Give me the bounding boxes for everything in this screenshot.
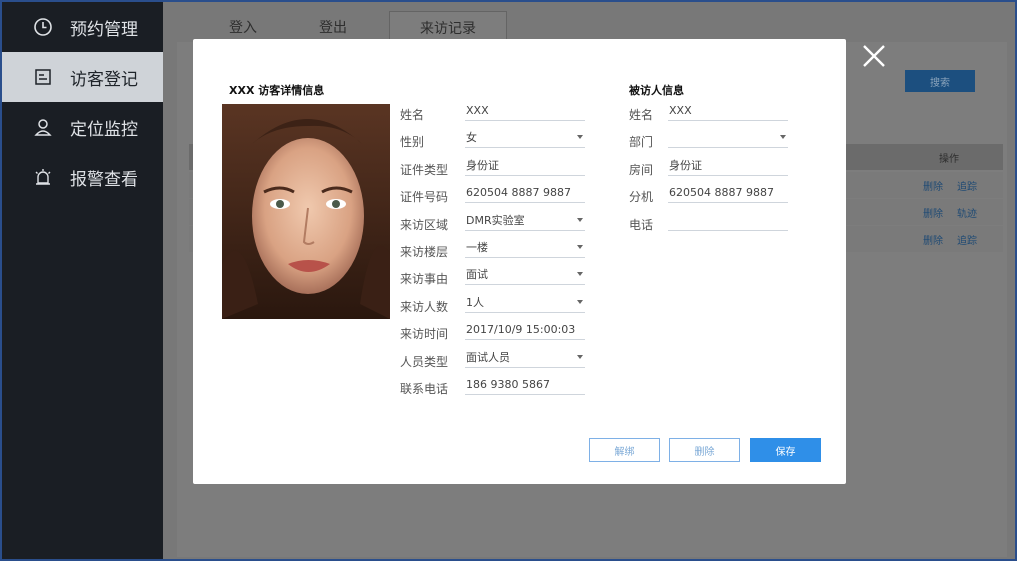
host-value: 身份证 [669,158,702,172]
close-icon[interactable] [860,42,888,70]
host-input[interactable] [668,213,788,231]
tab-logout[interactable]: 登出 [319,17,347,37]
visitor-select[interactable]: DMR实验室 [465,213,585,231]
host-value: XXX [669,104,692,117]
sidebar: 预约管理 访客登记 定位监控 报警查看 [2,2,163,559]
visitor-label: 性别 [400,135,425,150]
host-input[interactable]: XXX [668,103,788,121]
row-track-link[interactable]: 追踪 [957,178,977,193]
host-label: 分机 [629,190,654,205]
host-label: 房间 [629,162,654,177]
visitor-value: XXX [466,104,489,117]
visitor-input[interactable]: 2017/10/9 15:00:03 [465,322,585,341]
sidebar-item-label: 报警查看 [70,169,138,190]
alarm-light-icon [32,166,54,188]
row-track-link[interactable]: 追踪 [957,232,977,247]
host-input[interactable]: 620504 8887 9887 [668,185,788,204]
visitor-section-title: XXX 访客详情信息 [229,84,325,97]
chevron-down-icon [577,217,583,222]
host-label: 姓名 [629,108,654,122]
chevron-down-icon [577,245,583,249]
chevron-down-icon [780,135,786,140]
visitor-value: DMR实验室 [466,213,525,227]
tab-login[interactable]: 登入 [229,17,257,37]
sidebar-item-appointments[interactable]: 预约管理 [2,2,163,52]
host-select[interactable] [668,130,788,149]
visitor-select[interactable]: 面试人员 [465,350,585,368]
chevron-down-icon [577,135,583,140]
visitor-select[interactable]: 一楼 [465,240,585,258]
visitor-value: 1人 [466,295,484,309]
visitor-value: 186 9380 5867 [466,378,550,391]
unbind-button[interactable]: 解绑 [589,438,660,462]
host-section-title: 被访人信息 [629,84,684,97]
sidebar-item-visitor-register[interactable]: 访客登记 [2,52,163,102]
tab-bar: 登入 登出 来访记录 [163,2,1015,43]
save-button[interactable]: 保存 [750,438,821,462]
visitor-label: 来访楼层 [400,245,449,259]
visitor-label: 来访事由 [400,272,449,287]
chevron-down-icon [577,299,583,304]
delete-button[interactable]: 删除 [669,438,740,462]
row-delete-link[interactable]: 删除 [923,205,943,220]
visitor-input[interactable]: XXX [465,103,585,121]
visitor-label: 姓名 [400,108,425,122]
visitor-label: 证件号码 [400,190,449,205]
visitor-input[interactable]: 身份证 [465,158,585,176]
visitor-value: 面试人员 [466,350,510,364]
chevron-down-icon [577,272,583,277]
visitor-label: 来访人数 [400,299,449,314]
sidebar-item-label: 访客登记 [70,69,138,90]
row-delete-link[interactable]: 删除 [923,178,943,193]
chevron-down-icon [577,354,583,359]
host-label: 电话 [629,217,654,232]
search-button[interactable]: 搜索 [905,70,975,92]
sidebar-item-label: 预约管理 [70,19,138,40]
visitor-value: 女 [466,131,477,145]
visitor-input[interactable]: 186 9380 5867 [465,377,585,395]
register-doc-icon [32,66,54,88]
visitor-select[interactable]: 1人 [465,295,585,313]
ops-column-header: 操作 [939,154,959,165]
visitor-select[interactable]: 面试 [465,267,585,286]
visitor-select[interactable]: 女 [465,130,585,149]
visitor-photo [222,104,390,319]
row-trajectory-link[interactable]: 轨迹 [957,205,977,220]
visitor-label: 来访区域 [400,217,449,232]
row-delete-link[interactable]: 删除 [923,232,943,247]
sidebar-item-alarms[interactable]: 报警查看 [2,152,163,202]
visitor-label: 证件类型 [400,162,449,177]
visitor-detail-dialog: XXX 访客详情信息 被访人信息 姓名 XXX 性别 女 证件类型 身份证 证件… [193,39,846,484]
clock-icon [32,16,54,38]
visitor-value: 2017/10/9 15:00:03 [466,323,576,337]
visitor-input[interactable]: 620504 8887 9887 [465,185,585,204]
visitor-value: 身份证 [466,158,499,172]
visitor-value: 620504 8887 9887 [466,186,571,200]
visitor-label: 联系电话 [400,382,449,396]
visitor-value: 面试 [466,268,488,282]
visitor-label: 来访时间 [400,327,449,342]
host-value: 620504 8887 9887 [669,186,774,200]
person-location-icon [32,116,54,138]
sidebar-item-location-monitor[interactable]: 定位监控 [2,102,163,152]
sidebar-item-label: 定位监控 [70,119,138,140]
visitor-label: 人员类型 [400,354,449,369]
host-label: 部门 [629,135,654,150]
host-input[interactable]: 身份证 [668,158,788,176]
visitor-value: 一楼 [466,241,488,254]
